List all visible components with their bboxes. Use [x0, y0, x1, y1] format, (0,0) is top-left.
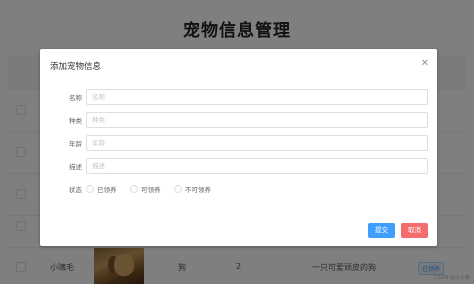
name-input[interactable]	[86, 89, 428, 105]
radio-label: 已领养	[97, 186, 117, 194]
age-input[interactable]	[86, 135, 428, 151]
status-label: 状态	[69, 186, 82, 194]
form-row-age: 年龄	[40, 135, 437, 151]
radio-circle-icon	[130, 185, 138, 193]
form-row-species: 种类	[40, 112, 437, 128]
species-label: 种类	[69, 117, 82, 125]
name-label: 名称	[69, 94, 82, 102]
radio-circle-icon	[174, 185, 182, 193]
description-input[interactable]	[86, 158, 428, 174]
close-icon[interactable]: ✕	[421, 58, 429, 69]
species-input[interactable]	[86, 112, 428, 128]
dialog-title: 添加宠物信息	[50, 62, 102, 72]
radio-circle-icon	[86, 185, 94, 193]
form-row-status: 状态 已领养 可领养 不可领养	[40, 181, 437, 197]
radio-label: 可领养	[141, 186, 161, 194]
add-pet-dialog: 添加宠物信息 ✕ 名称 种类 年龄 描述 状态 已领养 可领养 不可领养 提交 …	[40, 49, 437, 246]
age-label: 年龄	[69, 140, 82, 148]
description-label: 描述	[69, 163, 82, 171]
radio-label: 不可领养	[185, 186, 211, 194]
form-row-description: 描述	[40, 158, 437, 174]
cancel-button[interactable]: 取消	[401, 223, 428, 238]
form-row-name: 名称	[40, 89, 437, 105]
submit-button[interactable]: 提交	[368, 223, 395, 238]
